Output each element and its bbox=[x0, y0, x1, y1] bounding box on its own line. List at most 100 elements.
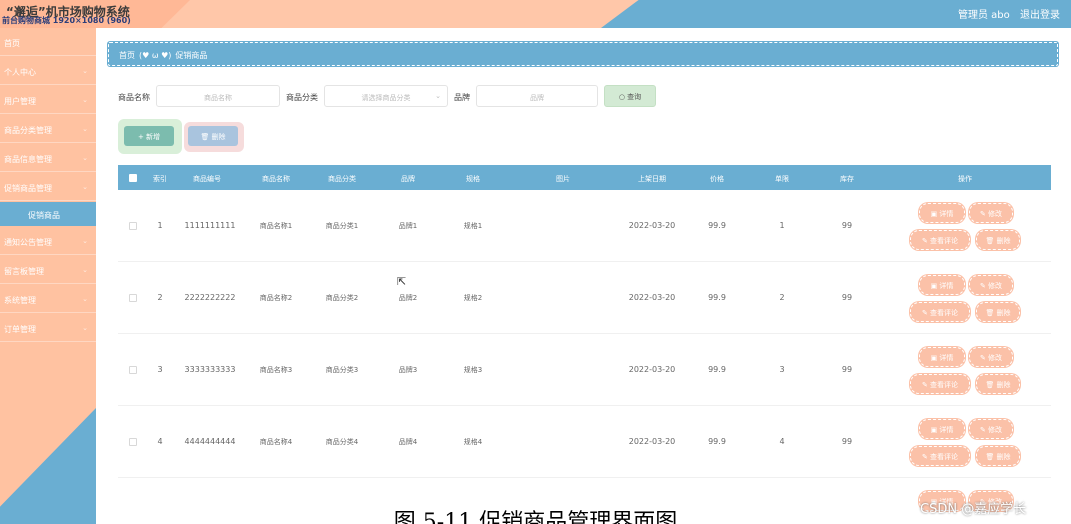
sidebar-item-products[interactable]: 商品信息管理 ⌄ bbox=[0, 144, 96, 172]
detail-icon: ▣ bbox=[930, 426, 938, 434]
sidebar-item-orders[interactable]: 订单管理 ⌄ bbox=[0, 314, 96, 342]
figure-caption: 图 5-11 促销商品管理界面图 bbox=[393, 510, 678, 524]
sidebar-item-label: 订单管理 bbox=[4, 325, 36, 334]
row-delete-button[interactable]: 🗑 删除 bbox=[976, 446, 1020, 466]
sidebar-item-system[interactable]: 系统管理 ⌄ bbox=[0, 285, 96, 313]
detail-button[interactable]: ▣ 详情 bbox=[919, 419, 965, 439]
edit-button[interactable]: ✎ 修改 bbox=[969, 347, 1013, 367]
cell-code: 1111111111 bbox=[184, 221, 236, 230]
cell-limit: 4 bbox=[779, 437, 785, 446]
view-comments-button[interactable]: ✎ 查看评论 bbox=[910, 230, 970, 250]
row-checkbox[interactable] bbox=[129, 366, 137, 374]
edit-button[interactable]: ✎ 修改 bbox=[969, 275, 1013, 295]
detail-button[interactable]: ▣ 详情 bbox=[919, 203, 965, 223]
cell-stock: 99 bbox=[841, 293, 853, 302]
breadcrumb-home[interactable]: 首页 bbox=[119, 51, 135, 60]
brand-filter-input[interactable]: 品牌 bbox=[476, 85, 598, 107]
sidebar-item-label: 留言板管理 bbox=[4, 267, 44, 276]
brand-filter-label: 品牌 bbox=[454, 93, 470, 102]
sidebar-item-label: 用户管理 bbox=[4, 97, 36, 106]
cell-date: 2022-03-20 bbox=[628, 365, 676, 374]
add-button[interactable]: + 新增 bbox=[124, 126, 174, 146]
cell-name: 商品名称1 bbox=[259, 222, 293, 230]
cell-stock: 99 bbox=[841, 221, 853, 230]
detail-button[interactable]: ▣ 详情 bbox=[919, 275, 965, 295]
detail-button[interactable]: ▣ 详情 bbox=[919, 347, 965, 367]
row-delete-label: 删除 bbox=[996, 309, 1011, 317]
csdn-watermark: CSDN @嘉应学长 bbox=[920, 502, 1027, 517]
view-comments-button[interactable]: ✎ 查看评论 bbox=[910, 374, 970, 394]
current-user: 管理员 abo bbox=[958, 10, 1010, 21]
chevron-down-icon: ⌄ bbox=[82, 96, 88, 104]
sidebar-item-promotions[interactable]: 促销商品管理 ⌄ bbox=[0, 173, 96, 201]
category-filter-select[interactable]: 请选择商品分类 ⌄ bbox=[324, 85, 448, 107]
edit-button[interactable]: ✎ 修改 bbox=[969, 203, 1013, 223]
sidebar-item-users[interactable]: 用户管理 ⌄ bbox=[0, 86, 96, 114]
cell-price: 99.9 bbox=[708, 437, 726, 446]
row-delete-button[interactable]: 🗑 删除 bbox=[976, 302, 1020, 322]
view-comments-button[interactable]: ✎ 查看评论 bbox=[910, 446, 970, 466]
chevron-down-icon: ⌄ bbox=[82, 125, 88, 133]
sidebar-item-label: 系统管理 bbox=[4, 296, 36, 305]
edit-label: 修改 bbox=[988, 354, 1003, 362]
cell-limit: 3 bbox=[779, 365, 785, 374]
cell-limit: 1 bbox=[779, 221, 785, 230]
column-header: 价格 bbox=[710, 175, 724, 183]
add-button-label: 新增 bbox=[146, 133, 161, 141]
table-row: 4 4444444444 商品名称4 商品分类4 品牌4 规格4 2022-03… bbox=[118, 406, 1051, 478]
column-header: 品牌 bbox=[401, 175, 415, 183]
cell-date: 2022-03-20 bbox=[628, 437, 676, 446]
sidebar-item-notices[interactable]: 通知公告管理 ⌄ bbox=[0, 227, 96, 255]
detail-icon: ▣ bbox=[930, 354, 938, 362]
name-filter-input[interactable]: 商品名称 bbox=[156, 85, 280, 107]
column-header: 规格 bbox=[466, 175, 480, 183]
view-comments-button[interactable]: ✎ 查看评论 bbox=[910, 302, 970, 322]
sidebar-item-home[interactable]: 首页 bbox=[0, 28, 96, 56]
row-delete-button[interactable]: 🗑 删除 bbox=[976, 374, 1020, 394]
sidebar-subitem-promotion-products[interactable]: 促销商品 bbox=[0, 202, 96, 226]
chevron-up-icon: ⌄ bbox=[82, 183, 88, 191]
detail-icon: ▣ bbox=[930, 282, 938, 290]
edit-button[interactable]: ✎ 修改 bbox=[969, 419, 1013, 439]
edit-icon: ✎ bbox=[979, 354, 986, 362]
cell-index: 1 bbox=[157, 221, 163, 230]
admin-app: “邂逅”机市场购物系统 前台购物商城 1920×1080 (960) 管理员 a… bbox=[0, 0, 1071, 524]
breadcrumb-separator: (♥ ω ♥) bbox=[139, 51, 172, 60]
view-comments-label: 查看评论 bbox=[930, 309, 959, 317]
edit-label: 修改 bbox=[988, 282, 1003, 290]
cell-brand: 品牌2 bbox=[398, 294, 418, 302]
top-header: “邂逅”机市场购物系统 前台购物商城 1920×1080 (960) 管理员 a… bbox=[0, 0, 1071, 28]
category-filter-label: 商品分类 bbox=[286, 93, 318, 102]
logout-link[interactable]: 退出登录 bbox=[1020, 6, 1060, 21]
chevron-down-icon: ⌄ bbox=[435, 92, 441, 100]
cell-limit: 2 bbox=[779, 293, 785, 302]
chevron-down-icon: ⌄ bbox=[82, 237, 88, 245]
detail-label: 详情 bbox=[939, 426, 954, 434]
edit-icon: ✎ bbox=[921, 381, 928, 389]
trash-icon: 🗑 bbox=[985, 309, 995, 317]
sidebar-item-messages[interactable]: 留言板管理 ⌄ bbox=[0, 256, 96, 284]
row-checkbox[interactable] bbox=[129, 222, 137, 230]
cell-price: 99.9 bbox=[708, 365, 726, 374]
sidebar-item-categories[interactable]: 商品分类管理 ⌄ bbox=[0, 115, 96, 143]
select-all-checkbox[interactable] bbox=[129, 174, 137, 182]
cell-category: 商品分类1 bbox=[325, 222, 359, 230]
bulk-delete-button[interactable]: 🗑 删除 bbox=[188, 126, 238, 146]
sidebar-item-label: 商品信息管理 bbox=[4, 155, 52, 164]
cell-name: 商品名称2 bbox=[259, 294, 293, 302]
cell-brand: 品牌3 bbox=[398, 366, 418, 374]
cell-index: 2 bbox=[157, 293, 163, 302]
row-checkbox[interactable] bbox=[129, 294, 137, 302]
sidebar-item-profile[interactable]: 个人中心 ⌄ bbox=[0, 57, 96, 85]
cell-code: 2222222222 bbox=[184, 293, 236, 302]
row-delete-button[interactable]: 🗑 删除 bbox=[976, 230, 1020, 250]
detail-label: 详情 bbox=[939, 354, 954, 362]
chevron-down-icon: ⌄ bbox=[82, 266, 88, 274]
row-checkbox[interactable] bbox=[129, 438, 137, 446]
edit-icon: ✎ bbox=[921, 309, 928, 317]
search-button[interactable]: ○ 查询 bbox=[604, 85, 656, 107]
cell-brand: 品牌4 bbox=[398, 438, 418, 446]
chevron-down-icon: ⌄ bbox=[82, 324, 88, 332]
cell-brand: 品牌1 bbox=[398, 222, 418, 230]
table-row: 3 3333333333 商品名称3 商品分类3 品牌3 规格3 2022-03… bbox=[118, 334, 1051, 406]
